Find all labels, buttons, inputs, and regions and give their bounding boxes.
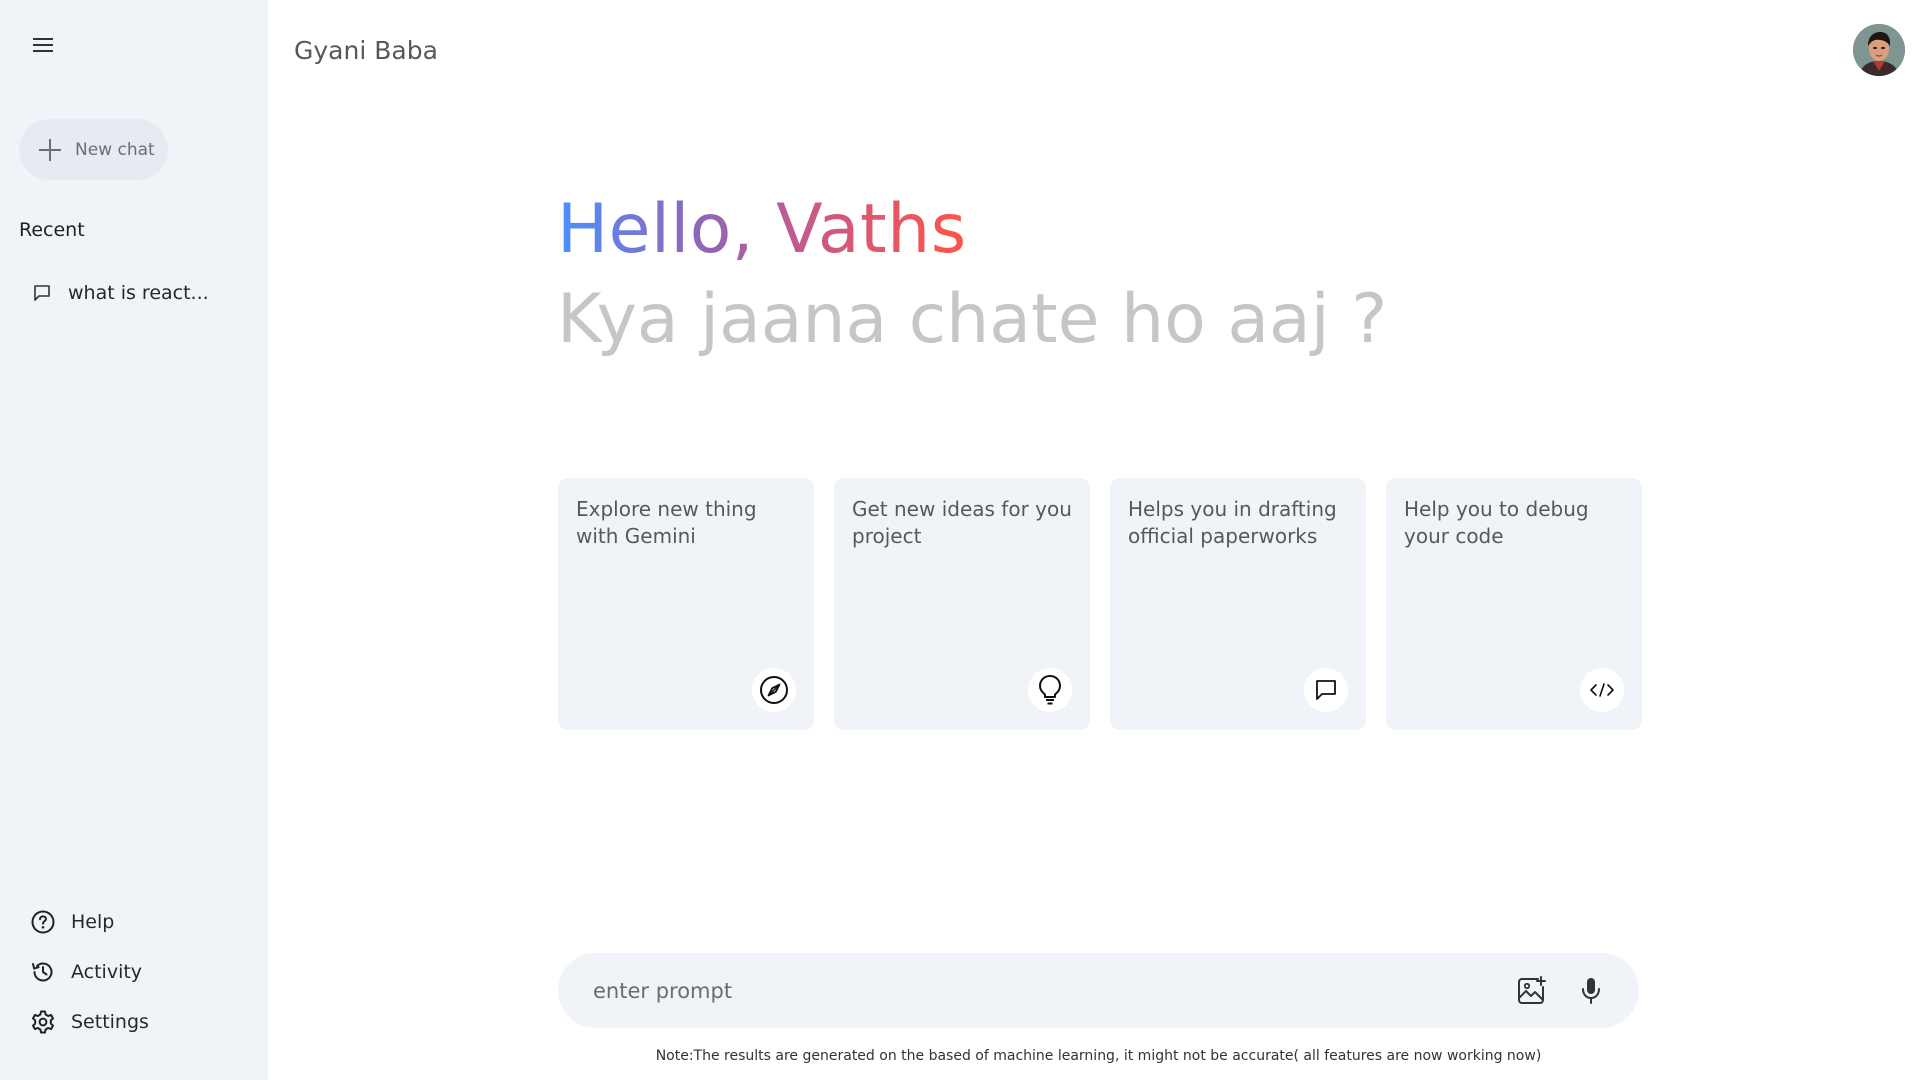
disclaimer-note: Note:The results are generated on the ba… xyxy=(655,1048,1542,1064)
add-image-icon xyxy=(1518,975,1546,1004)
new-chat-label: New chat xyxy=(75,139,155,160)
mic-button[interactable] xyxy=(1573,973,1609,1009)
card-text: Explore new thing with Gemini xyxy=(576,497,757,548)
card-icon-button xyxy=(1580,668,1624,712)
sidebar-item-help[interactable]: Help xyxy=(30,905,149,939)
help-icon xyxy=(31,910,55,934)
card-text: Get new ideas for you project xyxy=(852,497,1072,548)
recent-title: Recent xyxy=(19,219,85,241)
suggestion-card-debug[interactable]: Help you to debug your code xyxy=(1386,478,1642,730)
plus-icon xyxy=(39,138,61,161)
prompt-bar xyxy=(558,953,1639,1028)
new-chat-button[interactable]: New chat xyxy=(19,119,168,180)
message-icon xyxy=(34,285,50,301)
gear-icon xyxy=(32,1010,54,1034)
menu-button[interactable] xyxy=(26,30,60,60)
hamburger-menu-icon xyxy=(33,38,53,52)
app-title: Gyani Baba xyxy=(294,36,438,65)
message-icon xyxy=(1316,680,1336,700)
recent-item[interactable]: what is react... xyxy=(26,276,256,310)
sidebar-bottom-menu: Help Activity Settings xyxy=(30,905,149,1055)
card-text: Helps you in drafting official paperwork… xyxy=(1128,497,1337,548)
sidebar-item-settings[interactable]: Settings xyxy=(30,1005,149,1039)
greeting-subtitle: Kya jaana chate ho aaj ? xyxy=(557,280,1388,359)
app-root: New chat Recent what is react... Help Ac… xyxy=(0,0,1920,1080)
sidebar-item-label: Activity xyxy=(71,961,143,983)
sidebar-item-activity[interactable]: Activity xyxy=(30,955,149,989)
suggestion-cards: Explore new thing with Gemini Get new id… xyxy=(558,478,1642,730)
card-text: Help you to debug your code xyxy=(1404,497,1589,548)
sidebar-item-label: Settings xyxy=(71,1011,149,1033)
sidebar-item-label: Help xyxy=(71,911,115,933)
sidebar: New chat Recent what is react... Help Ac… xyxy=(0,0,268,1080)
user-avatar-image xyxy=(1853,24,1905,76)
card-icon-button xyxy=(1028,668,1072,712)
greeting-title: Hello, Vaths xyxy=(557,190,967,269)
bulb-icon xyxy=(1039,675,1061,705)
mic-icon xyxy=(1582,977,1600,1004)
image-upload-button[interactable] xyxy=(1513,973,1549,1009)
suggestion-card-explore[interactable]: Explore new thing with Gemini xyxy=(558,478,814,730)
recent-item-label: what is react... xyxy=(68,282,209,304)
prompt-input[interactable] xyxy=(593,978,1513,1003)
code-icon xyxy=(1590,683,1614,697)
suggestion-card-ideas[interactable]: Get new ideas for you project xyxy=(834,478,1090,730)
avatar[interactable] xyxy=(1853,24,1905,76)
compass-icon xyxy=(760,676,788,704)
card-icon-button xyxy=(752,668,796,712)
suggestion-card-drafting[interactable]: Helps you in drafting official paperwork… xyxy=(1110,478,1366,730)
history-icon xyxy=(32,962,53,982)
prompt-actions xyxy=(1513,973,1609,1009)
card-icon-button xyxy=(1304,668,1348,712)
